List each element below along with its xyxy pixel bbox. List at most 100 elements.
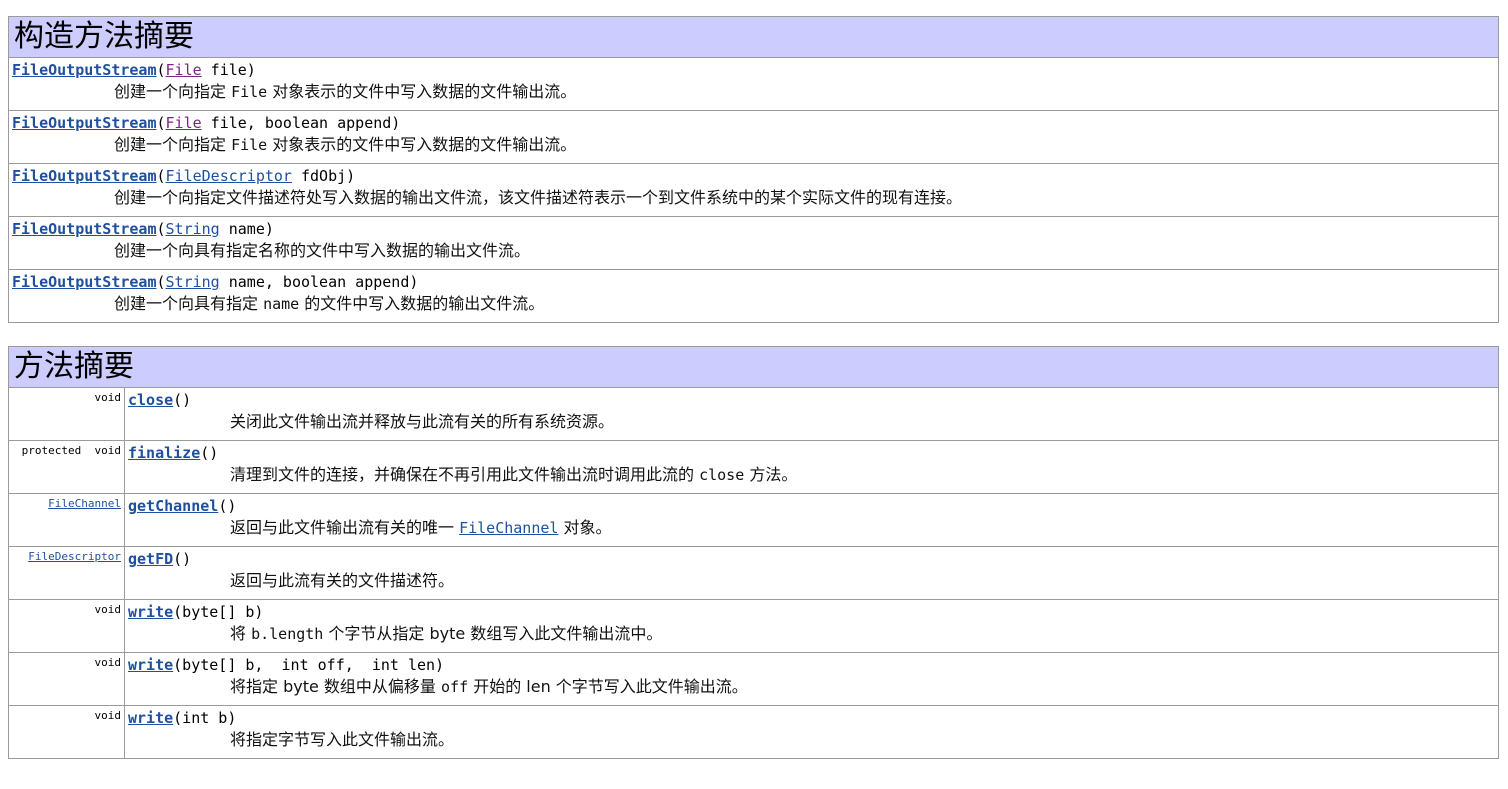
constructor-summary-header-row: 构造方法摘要 [8,16,1499,58]
desc-text: 清理到文件的连接，并确保在不再引用此文件输出流时调用此流的 [230,465,700,484]
param-type-link[interactable]: String [166,220,220,238]
desc-text: 开始的 len 个字节写入此文件输出流。 [468,677,748,696]
method-params: () [173,391,192,409]
method-summary-title: 方法摘要 [8,346,1499,388]
modifier-text: void [94,656,122,669]
method-name-link[interactable]: write [128,709,173,727]
desc-text: 对象。 [558,518,612,537]
constructor-signature: FileOutputStream(String name) [12,219,1498,239]
method-name-link[interactable]: getChannel [128,497,218,515]
constructor-row: FileOutputStream(File file) 创建一个向指定 File… [8,57,1499,111]
desc-text: 创建一个向指定文件描述符处写入数据的输出文件流，该文件描述符表示一个到文件系统中… [114,188,963,207]
desc-text: 返回与此流有关的文件描述符。 [230,571,455,590]
desc-text: 的文件中写入数据的输出文件流。 [299,294,545,313]
method-row: void write(byte[] b, int off, int len) 将… [8,652,1499,706]
method-summary-header-row: 方法摘要 [8,346,1499,388]
method-summary-table: 方法摘要 void close() 关闭此文件输出流并释放与此流有关的所有系统资… [8,346,1499,759]
method-row: FileDescriptor getFD() 返回与此流有关的文件描述符。 [8,546,1499,600]
method-params: (int b) [173,709,237,727]
desc-text: 创建一个向具有指定 [114,294,264,313]
desc-code: File [231,83,268,101]
method-params: () [173,550,192,568]
desc-code: name [263,295,300,313]
param-rest: name) [219,220,274,238]
constructor-name-link[interactable]: FileOutputStream [12,220,157,238]
param-type-link[interactable]: File [166,114,202,132]
method-modifier: void [8,599,125,653]
api-doc-page: 构造方法摘要 FileOutputStream(File file) 创建一个向… [8,16,1499,759]
param-rest: file) [201,61,256,79]
method-modifier: void [8,387,125,441]
paren: ( [156,273,166,291]
method-signature: close() [128,390,1498,410]
method-name-link[interactable]: write [128,603,173,621]
method-cell: write(byte[] b, int off, int len) 将指定 by… [124,652,1499,706]
method-signature: write(byte[] b) [128,602,1498,622]
method-name-link[interactable]: write [128,656,173,674]
desc-code: b.length [251,625,324,643]
desc-type-link[interactable]: FileChannel [459,519,558,537]
desc-text: 方法。 [744,465,798,484]
modifier-text: void [94,603,122,616]
desc-text: 个字节从指定 byte 数组写入此文件输出流中。 [323,624,663,643]
method-cell: finalize() 清理到文件的连接，并确保在不再引用此文件输出流时调用此流的… [124,440,1499,494]
desc-text: 关闭此文件输出流并释放与此流有关的所有系统资源。 [230,412,615,431]
method-description: 返回与此文件输出流有关的唯一 FileChannel 对象。 [128,516,1498,540]
method-cell: write(int b) 将指定字节写入此文件输出流。 [124,705,1499,759]
method-signature: write(int b) [128,708,1498,728]
desc-text: 对象表示的文件中写入数据的文件输出流。 [267,135,577,154]
method-modifier: protected void [8,440,125,494]
constructor-description: 创建一个向指定 File 对象表示的文件中写入数据的文件输出流。 [12,133,1498,157]
constructor-name-link[interactable]: FileOutputStream [12,114,157,132]
constructor-row: FileOutputStream(FileDescriptor fdObj) 创… [8,163,1499,217]
constructor-cell: FileOutputStream(File file, boolean appe… [8,110,1499,164]
return-type-link[interactable]: FileChannel [48,497,121,510]
method-modifier: void [8,705,125,759]
method-signature: getChannel() [128,496,1498,516]
method-params: (byte[] b) [173,603,264,621]
desc-text: 将指定字节写入此文件输出流。 [230,730,455,749]
paren: ( [156,167,166,185]
param-rest: file, boolean append) [201,114,401,132]
method-row: void close() 关闭此文件输出流并释放与此流有关的所有系统资源。 [8,387,1499,441]
param-type-link[interactable]: FileDescriptor [166,167,292,185]
constructor-signature: FileOutputStream(File file, boolean appe… [12,113,1498,133]
method-cell: getChannel() 返回与此文件输出流有关的唯一 FileChannel … [124,493,1499,547]
desc-code: File [231,136,268,154]
method-signature: finalize() [128,443,1498,463]
constructor-row: FileOutputStream(String name) 创建一个向具有指定名… [8,216,1499,270]
method-description: 将指定字节写入此文件输出流。 [128,728,1498,752]
method-name-link[interactable]: close [128,391,173,409]
constructor-cell: FileOutputStream(String name, boolean ap… [8,269,1499,323]
method-signature: write(byte[] b, int off, int len) [128,655,1498,675]
param-rest: fdObj) [291,167,356,185]
method-cell: getFD() 返回与此流有关的文件描述符。 [124,546,1499,600]
return-type-link[interactable]: FileDescriptor [28,550,121,563]
constructor-name-link[interactable]: FileOutputStream [12,167,157,185]
method-description: 将 b.length 个字节从指定 byte 数组写入此文件输出流中。 [128,622,1498,646]
method-modifier: FileChannel [8,493,125,547]
constructor-description: 创建一个向具有指定名称的文件中写入数据的输出文件流。 [12,239,1498,263]
method-params: (byte[] b, int off, int len) [173,656,445,674]
method-row: protected void finalize() 清理到文件的连接，并确保在不… [8,440,1499,494]
paren: ( [156,220,166,238]
constructor-name-link[interactable]: FileOutputStream [12,61,157,79]
constructor-summary-title: 构造方法摘要 [8,16,1499,58]
method-name-link[interactable]: finalize [128,444,200,462]
desc-text: 创建一个向指定 [114,135,232,154]
modifier-text: protected void [21,444,121,457]
constructor-signature: FileOutputStream(String name, boolean ap… [12,272,1498,292]
constructor-name-link[interactable]: FileOutputStream [12,273,157,291]
desc-text: 创建一个向具有指定名称的文件中写入数据的输出文件流。 [114,241,531,260]
constructor-cell: FileOutputStream(File file) 创建一个向指定 File… [8,57,1499,111]
modifier-text: void [94,709,122,722]
constructor-summary-table: 构造方法摘要 FileOutputStream(File file) 创建一个向… [8,16,1499,323]
param-type-link[interactable]: String [166,273,220,291]
param-type-link[interactable]: File [166,61,202,79]
method-name-link[interactable]: getFD [128,550,173,568]
method-description: 返回与此流有关的文件描述符。 [128,569,1498,593]
method-cell: close() 关闭此文件输出流并释放与此流有关的所有系统资源。 [124,387,1499,441]
method-row: void write(int b) 将指定字节写入此文件输出流。 [8,705,1499,759]
constructor-row: FileOutputStream(String name, boolean ap… [8,269,1499,323]
